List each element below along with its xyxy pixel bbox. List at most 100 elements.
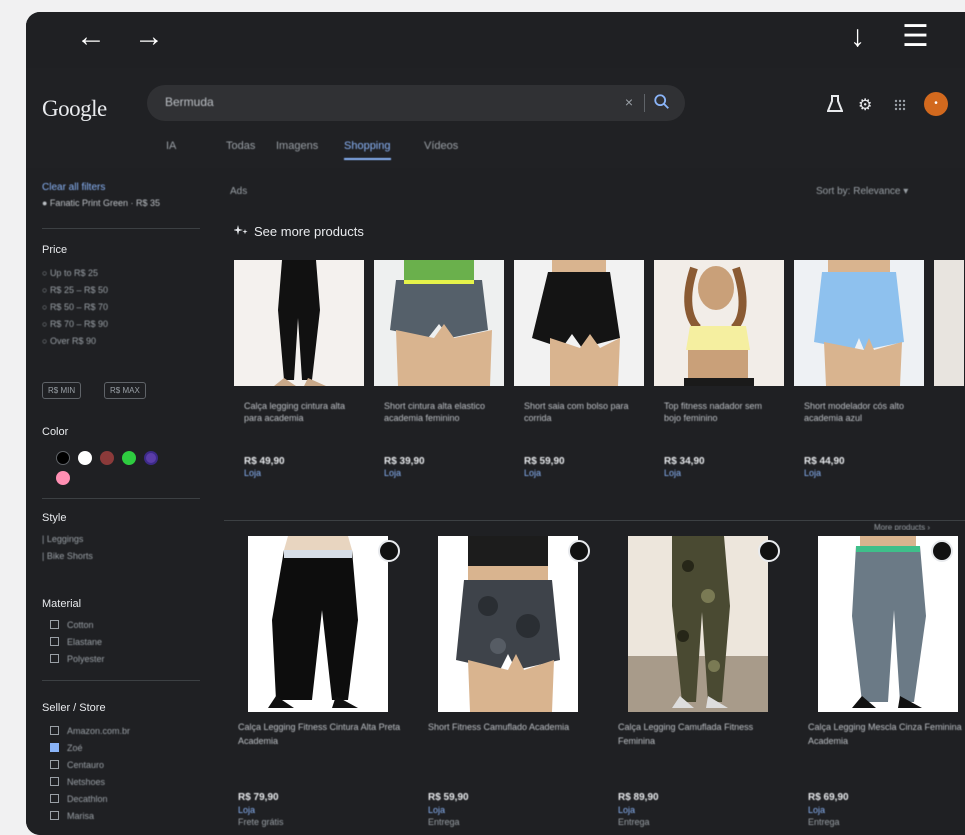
account-avatar[interactable]: • (924, 92, 948, 116)
download-icon[interactable]: ↓ (850, 22, 865, 52)
clear-search-icon[interactable]: × (625, 94, 633, 110)
product-price: R$ 79,90 (238, 792, 279, 803)
product-card[interactable]: Short Fitness Camuflado Academia R$ 59,9… (418, 530, 600, 835)
google-logo[interactable]: Google (42, 96, 107, 122)
color-filter-title: Color (42, 426, 69, 438)
material-option[interactable]: Cotton (50, 620, 94, 630)
tab-videos[interactable]: Vídeos (424, 140, 458, 152)
color-swatch-purple[interactable] (144, 451, 158, 465)
search-input[interactable]: Bermuda (165, 95, 214, 109)
tab-all[interactable]: Todas (226, 140, 255, 152)
product-price: R$ 39,90 (384, 456, 425, 467)
product-store: Loja (238, 805, 256, 815)
style-option[interactable]: | Leggings (42, 534, 83, 544)
product-price: R$ 89,90 (618, 792, 659, 803)
results-area: Ads Sort by: Relevance ▾ See more produc… (214, 168, 965, 835)
product-shipping: Frete grátis (238, 817, 284, 827)
price-min-input[interactable]: R$ MIN (42, 382, 82, 399)
price-option[interactable]: ○ R$ 50 – R$ 70 (42, 302, 108, 312)
product-title: Calça legging cintura alta para academia (244, 401, 346, 423)
material-option[interactable]: Elastane (50, 637, 102, 647)
product-title: Calça Legging Camuflada Fitness Feminina (618, 722, 754, 746)
style-filter-title: Style (42, 512, 67, 524)
favorite-icon[interactable] (931, 540, 953, 562)
see-more-products-title: See more products (254, 224, 364, 239)
color-swatch-red[interactable] (100, 451, 114, 465)
favorite-icon[interactable] (568, 540, 590, 562)
product-price: R$ 49,90 (244, 456, 285, 467)
color-swatch-black[interactable] (56, 451, 70, 465)
active-filter-chip[interactable]: ● Fanatic Print Green · R$ 35 (42, 198, 160, 208)
seller-option[interactable]: Decathlon (50, 794, 108, 804)
product-title: Calça Legging Mescla Cinza Feminina Acad… (808, 722, 962, 746)
product-image (374, 260, 504, 386)
section-divider (224, 520, 965, 521)
forward-arrow-icon[interactable]: → (134, 22, 164, 52)
featured-product-card[interactable]: Short modelador cós alto academia azul R… (794, 260, 924, 490)
price-option[interactable]: ○ R$ 70 – R$ 90 (42, 319, 108, 329)
favorite-icon[interactable] (758, 540, 780, 562)
filter-sidebar: Clear all filters ● Fanatic Print Green … (26, 168, 208, 835)
product-image (654, 260, 784, 386)
product-image (248, 536, 388, 712)
menu-icon[interactable]: ☰ (902, 22, 929, 52)
product-store: Loja (618, 805, 636, 815)
seller-option[interactable]: Netshoes (50, 777, 105, 787)
seller-option[interactable]: Zoé (50, 743, 83, 753)
apps-grid-icon[interactable] (894, 99, 906, 111)
product-image (934, 260, 964, 386)
featured-product-card[interactable]: Top fitness nadador sem bojo feminino R$… (654, 260, 784, 490)
product-card[interactable]: Calça Legging Mescla Cinza Feminina Acad… (798, 530, 963, 835)
product-price: R$ 59,90 (428, 792, 469, 803)
style-option[interactable]: | Bike Shorts (42, 551, 93, 561)
divider (42, 498, 200, 499)
seller-option[interactable]: Amazon.com.br (50, 726, 130, 736)
browser-toolbar: ← → ↓ ☰ (26, 12, 965, 68)
color-swatch-pink[interactable] (56, 471, 70, 485)
product-card[interactable]: Calça Legging Fitness Cintura Alta Preta… (228, 530, 410, 835)
seller-option[interactable]: Marisa (50, 811, 94, 821)
price-option[interactable]: ○ Up to R$ 25 (42, 268, 98, 278)
search-bar[interactable]: Bermuda × (147, 85, 685, 121)
featured-product-card[interactable]: Short saia com bolso para corrida R$ 59,… (514, 260, 644, 490)
price-option[interactable]: ○ R$ 25 – R$ 50 (42, 285, 108, 295)
search-icon[interactable] (653, 93, 671, 111)
product-price: R$ 34,90 (664, 456, 705, 467)
material-option[interactable]: Polyester (50, 654, 105, 664)
product-card[interactable]: Calça Legging Camuflada Fitness Feminina… (608, 530, 790, 835)
product-shipping: Entrega (428, 817, 460, 827)
back-arrow-icon[interactable]: ← (76, 22, 106, 52)
product-store: Loja (244, 468, 262, 478)
favorite-icon[interactable] (378, 540, 400, 562)
sort-dropdown[interactable]: Sort by: Relevance ▾ (816, 186, 908, 197)
sparkle-icon (234, 225, 248, 235)
tab-ai[interactable]: IA (166, 140, 176, 152)
price-filter-title: Price (42, 244, 68, 256)
settings-gear-icon[interactable]: ⚙ (858, 95, 872, 115)
featured-product-card[interactable]: Calça legging cintura alta para academia… (234, 260, 364, 490)
product-image (818, 536, 958, 712)
price-option[interactable]: ○ Over R$ 90 (42, 336, 96, 346)
product-image (438, 536, 578, 712)
ads-label: Ads (230, 186, 248, 197)
labs-flask-icon[interactable] (827, 95, 843, 113)
seller-option[interactable]: Centauro (50, 760, 104, 770)
divider (42, 680, 200, 681)
tab-images[interactable]: Imagens (276, 140, 318, 152)
search-divider (644, 94, 645, 112)
color-swatch-white[interactable] (78, 451, 92, 465)
browser-window: ← → ↓ ☰ Google Bermuda × ⚙ • IA Todas Im… (26, 12, 965, 835)
tab-shopping[interactable]: Shopping (344, 140, 391, 160)
product-image (234, 260, 364, 386)
price-max-input[interactable]: R$ MAX (104, 382, 146, 399)
product-title: Calça Legging Fitness Cintura Alta Preta… (238, 722, 401, 746)
featured-product-card[interactable] (934, 260, 964, 490)
clear-filters-link[interactable]: Clear all filters (42, 182, 105, 193)
featured-product-card[interactable]: Short cintura alta elastico academia fem… (374, 260, 504, 490)
product-store: Loja (804, 468, 822, 478)
product-image (514, 260, 644, 386)
product-price: R$ 59,90 (524, 456, 565, 467)
product-shipping: Entrega (618, 817, 650, 827)
product-shipping: Entrega (808, 817, 840, 827)
color-swatch-green[interactable] (122, 451, 136, 465)
